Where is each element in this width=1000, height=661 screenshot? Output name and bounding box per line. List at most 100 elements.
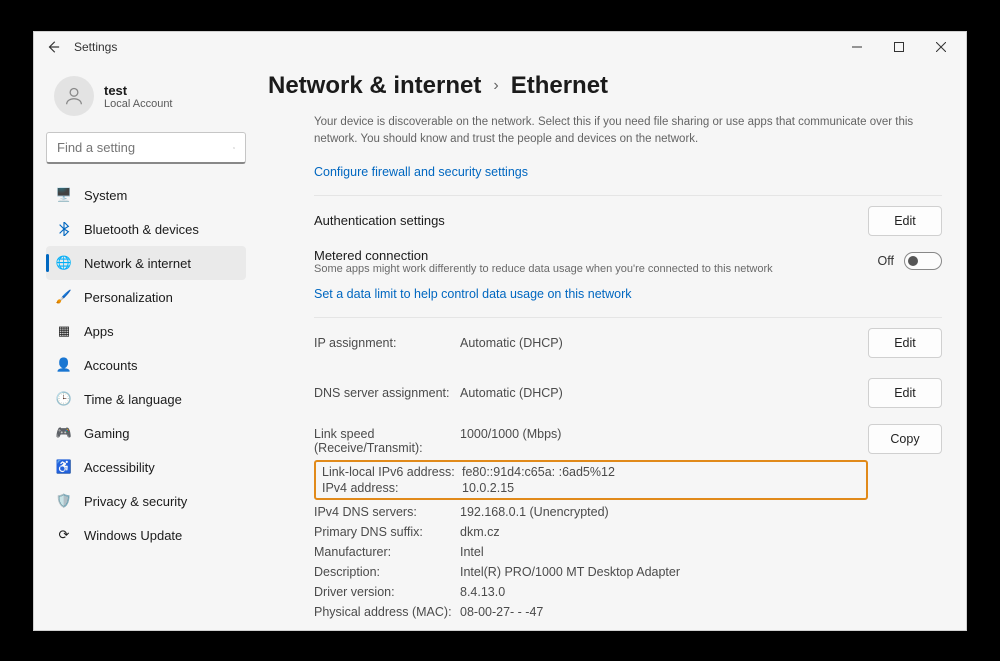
accessibility-icon: ♿ [56, 459, 72, 475]
nav-item-windows-update[interactable]: ⟳ Windows Update [46, 518, 246, 552]
copy-button[interactable]: Copy [868, 424, 942, 454]
minimize-button[interactable] [836, 33, 878, 61]
content: test Local Account 🖥️ System Bluetooth & d… [34, 62, 966, 630]
arrow-left-icon [46, 40, 60, 54]
network-internet-icon: 🌐 [56, 255, 72, 271]
manufacturer-v: Intel [460, 545, 868, 559]
ipv4-k: IPv4 address: [322, 481, 462, 495]
nav-item-privacy-security[interactable]: 🛡️ Privacy & security [46, 484, 246, 518]
user-name: test [104, 83, 173, 98]
driver-v: 8.4.13.0 [460, 585, 868, 599]
dns-assign-label: DNS server assignment: [314, 386, 460, 400]
user-sub: Local Account [104, 98, 173, 110]
maximize-icon [894, 42, 904, 52]
nav-item-network-internet[interactable]: 🌐 Network & internet [46, 246, 246, 280]
nav-item-label: Accounts [84, 358, 137, 373]
data-limit-link[interactable]: Set a data limit to help control data us… [314, 287, 632, 301]
windows-update-icon: ⟳ [56, 527, 72, 543]
nav-item-label: Windows Update [84, 528, 182, 543]
nav-item-label: Apps [84, 324, 114, 339]
person-icon [63, 85, 85, 107]
privacy-security-icon: 🛡️ [56, 493, 72, 509]
dns-assign-value: Automatic (DHCP) [460, 386, 868, 400]
nav-item-bluetooth-devices[interactable]: Bluetooth & devices [46, 212, 246, 246]
breadcrumb: Network & internet › Ethernet [268, 72, 942, 100]
nav-item-label: Gaming [84, 426, 130, 441]
breadcrumb-current: Ethernet [511, 72, 608, 100]
dnssuffix-k: Primary DNS suffix: [314, 525, 460, 539]
search-icon [233, 141, 235, 155]
ipv6-k: Link-local IPv6 address: [322, 465, 462, 479]
highlight-box: Link-local IPv6 address:fe80::91d4:c65a:… [314, 460, 868, 500]
driver-k: Driver version: [314, 585, 460, 599]
nav-item-label: Accessibility [84, 460, 155, 475]
nav-item-time-language[interactable]: 🕒 Time & language [46, 382, 246, 416]
mac-v: 08-00-27- - -47 [460, 605, 868, 619]
nav-item-label: Network & internet [84, 256, 191, 271]
nav-item-accessibility[interactable]: ♿ Accessibility [46, 450, 246, 484]
firewall-link[interactable]: Configure firewall and security settings [314, 165, 528, 179]
nav: 🖥️ System Bluetooth & devices 🌐 Network & in… [46, 178, 246, 552]
main: Network & internet › Ethernet Your devic… [258, 62, 966, 630]
nav-item-accounts[interactable]: 👤 Accounts [46, 348, 246, 382]
metered-label: Metered connection [314, 248, 878, 263]
metered-row: Metered connection Some apps might work … [314, 246, 942, 277]
system-icon: 🖥️ [56, 187, 72, 203]
metered-state: Off [878, 254, 894, 268]
apps-icon: ▦ [56, 323, 72, 339]
settings-window: Settings test Local Account 🖥️ System Blue… [33, 31, 967, 631]
dnssuffix-v: dkm.cz [460, 525, 868, 539]
auth-row: Authentication settings Edit [314, 196, 942, 246]
nav-item-label: System [84, 188, 127, 203]
link-speed-k: Link speed (Receive/Transmit): [314, 427, 460, 455]
nav-item-label: Privacy & security [84, 494, 187, 509]
search-box[interactable] [46, 132, 246, 164]
discoverability-text: Your device is discoverable on the netwo… [314, 114, 942, 149]
back-button[interactable] [38, 32, 68, 62]
ip-assign-edit-button[interactable]: Edit [868, 328, 942, 358]
metered-toggle[interactable] [904, 252, 942, 270]
personalization-icon: 🖌️ [56, 289, 72, 305]
ipv4dns-k: IPv4 DNS servers: [314, 505, 460, 519]
metered-desc: Some apps might work differently to redu… [314, 263, 878, 275]
description-v: Intel(R) PRO/1000 MT Desktop Adapter [460, 565, 868, 579]
ipv4dns-v: 192.168.0.1 (Unencrypted) [460, 505, 868, 519]
close-icon [936, 42, 946, 52]
close-button[interactable] [920, 33, 962, 61]
link-speed-v: 1000/1000 (Mbps) [460, 427, 868, 455]
chevron-right-icon: › [493, 77, 498, 95]
nav-item-gaming[interactable]: 🎮 Gaming [46, 416, 246, 450]
panel: Your device is discoverable on the netwo… [268, 114, 942, 622]
maximize-button[interactable] [878, 33, 920, 61]
nav-item-apps[interactable]: ▦ Apps [46, 314, 246, 348]
nav-item-personalization[interactable]: 🖌️ Personalization [46, 280, 246, 314]
app-title: Settings [74, 40, 117, 54]
description-k: Description: [314, 565, 460, 579]
manufacturer-k: Manufacturer: [314, 545, 460, 559]
gaming-icon: 🎮 [56, 425, 72, 441]
nav-item-label: Bluetooth & devices [84, 222, 199, 237]
time-language-icon: 🕒 [56, 391, 72, 407]
titlebar: Settings [34, 32, 966, 62]
nav-item-system[interactable]: 🖥️ System [46, 178, 246, 212]
ipv4-v: 10.0.2.15 [462, 481, 860, 495]
search-input[interactable] [57, 140, 233, 155]
user-block[interactable]: test Local Account [46, 68, 246, 132]
mac-k: Physical address (MAC): [314, 605, 460, 619]
bluetooth-devices-icon [56, 221, 72, 237]
auth-label: Authentication settings [314, 213, 868, 228]
sidebar: test Local Account 🖥️ System Bluetooth & d… [34, 62, 258, 630]
ip-assign-label: IP assignment: [314, 336, 460, 350]
ipv6-v: fe80::91d4:c65a: :6ad5%12 [462, 465, 860, 479]
accounts-icon: 👤 [56, 357, 72, 373]
dns-assign-edit-button[interactable]: Edit [868, 378, 942, 408]
ip-assign-row: IP assignment: Automatic (DHCP) Edit [314, 318, 942, 368]
auth-edit-button[interactable]: Edit [868, 206, 942, 236]
minimize-icon [852, 42, 862, 52]
breadcrumb-parent[interactable]: Network & internet [268, 72, 481, 100]
ip-assign-value: Automatic (DHCP) [460, 336, 868, 350]
nav-item-label: Time & language [84, 392, 182, 407]
avatar [54, 76, 94, 116]
dns-assign-row: DNS server assignment: Automatic (DHCP) … [314, 368, 942, 418]
nav-item-label: Personalization [84, 290, 173, 305]
